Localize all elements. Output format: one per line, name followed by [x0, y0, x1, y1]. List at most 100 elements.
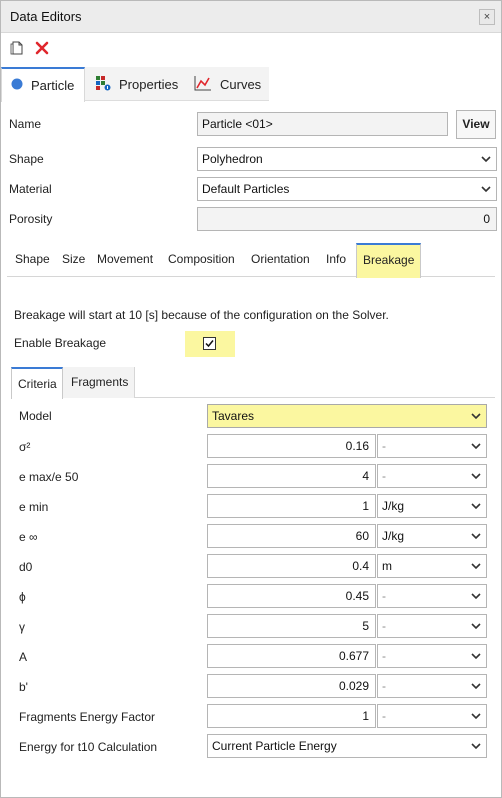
chevron-down-icon	[471, 563, 481, 570]
model-select[interactable]: Tavares	[207, 404, 487, 428]
name-label: Name	[9, 117, 42, 131]
param-label: Fragments Energy Factor	[19, 710, 156, 724]
close-window-button[interactable]: ×	[479, 9, 495, 25]
param-unit-select[interactable]: -	[377, 644, 487, 668]
energy-label: Energy for t10 Calculation	[19, 740, 158, 754]
tab-breakage[interactable]: Breakage	[356, 243, 422, 278]
param-unit-select[interactable]: -	[377, 704, 487, 728]
param-unit-select[interactable]: -	[377, 464, 487, 488]
window-title: Data Editors	[10, 9, 82, 24]
shape-value: Polyhedron	[202, 152, 263, 166]
param-value-field[interactable]: 60	[207, 524, 376, 548]
tab-movement[interactable]: Movement	[97, 252, 153, 266]
porosity-field[interactable]: 0	[197, 207, 497, 231]
param-value-field[interactable]: 5	[207, 614, 376, 638]
param-unit-select[interactable]: J/kg	[377, 494, 487, 518]
param-value-field[interactable]: 0.029	[207, 674, 376, 698]
tab-particle[interactable]: Particle	[1, 67, 85, 102]
shape-select[interactable]: Polyhedron	[197, 147, 497, 171]
param-value-field[interactable]: 0.677	[207, 644, 376, 668]
enable-breakage-checkbox[interactable]	[203, 337, 216, 350]
energy-select[interactable]: Current Particle Energy	[207, 734, 487, 758]
enable-breakage-highlight	[185, 331, 235, 357]
param-unit-select[interactable]: m	[377, 554, 487, 578]
chevron-down-icon	[471, 713, 481, 720]
material-select[interactable]: Default Particles	[197, 177, 497, 201]
chevron-down-icon	[481, 186, 491, 193]
shape-label: Shape	[9, 152, 44, 166]
param-label: A	[19, 650, 28, 664]
param-unit-select[interactable]: -	[377, 434, 487, 458]
param-unit-select[interactable]: -	[377, 584, 487, 608]
tab-orientation[interactable]: Orientation	[251, 252, 310, 266]
tab-criteria[interactable]: Criteria	[11, 367, 63, 399]
chevron-down-icon	[471, 413, 481, 420]
toolbar	[1, 33, 501, 63]
chevron-down-icon	[481, 156, 491, 163]
porosity-label: Porosity	[9, 212, 53, 226]
model-label: Model	[19, 409, 52, 423]
chevron-down-icon	[471, 683, 481, 690]
unit-value: -	[382, 619, 386, 633]
title-bar: Data Editors ×	[1, 1, 501, 33]
param-value-field[interactable]: 0.4	[207, 554, 376, 578]
tab-info[interactable]: Info	[326, 252, 346, 266]
unit-value: -	[382, 439, 386, 453]
param-value-field[interactable]: 1	[207, 494, 376, 518]
model-value: Tavares	[212, 409, 255, 423]
unit-value: J/kg	[382, 499, 405, 513]
name-field[interactable]: Particle <01>	[197, 112, 448, 136]
outer-tab-bar: Particle Properties Curves	[1, 67, 269, 102]
unit-value: -	[382, 649, 386, 663]
param-label: ϕ	[19, 590, 26, 604]
tab-properties[interactable]: Properties	[95, 67, 178, 101]
unit-value: m	[382, 559, 392, 573]
checkmark-icon	[205, 340, 214, 348]
unit-value: -	[382, 589, 386, 603]
param-value-field[interactable]: 1	[207, 704, 376, 728]
param-value-field[interactable]: 0.45	[207, 584, 376, 608]
chevron-down-icon	[471, 443, 481, 450]
chevron-down-icon	[471, 503, 481, 510]
param-unit-select[interactable]: -	[377, 614, 487, 638]
param-label: e ∞	[19, 530, 38, 544]
tab-composition[interactable]: Composition	[168, 252, 235, 266]
unit-value: -	[382, 679, 386, 693]
chevron-down-icon	[471, 593, 481, 600]
criteria-tab-bar: Criteria Fragments	[11, 367, 495, 399]
material-value: Default Particles	[202, 182, 290, 196]
param-label: b'	[19, 680, 28, 694]
param-value-field[interactable]: 4	[207, 464, 376, 488]
particle-sub-tabs: Shape Size Movement Composition Orientat…	[7, 243, 495, 278]
tab-curves[interactable]: Curves	[194, 67, 261, 101]
tab-label: Curves	[220, 76, 262, 92]
delete-x-icon[interactable]	[34, 40, 50, 56]
tab-size[interactable]: Size	[62, 252, 85, 266]
data-editors-window: Data Editors × Particle Properties Curve…	[0, 0, 502, 798]
param-value-field[interactable]: 0.16	[207, 434, 376, 458]
curves-icon	[194, 75, 212, 94]
properties-icon	[95, 75, 111, 94]
chevron-down-icon	[471, 533, 481, 540]
unit-value: J/kg	[382, 529, 405, 543]
tab-label: Properties	[119, 76, 179, 92]
unit-value: -	[382, 469, 386, 483]
param-unit-select[interactable]: -	[377, 674, 487, 698]
param-unit-select[interactable]: J/kg	[377, 524, 487, 548]
document-icon[interactable]	[9, 40, 25, 56]
unit-value: -	[382, 709, 386, 723]
energy-value: Current Particle Energy	[212, 739, 337, 753]
chevron-down-icon	[471, 623, 481, 630]
param-label: e max/e 50	[19, 470, 79, 484]
chevron-down-icon	[471, 473, 481, 480]
tab-shape[interactable]: Shape	[15, 252, 50, 266]
tab-label: Particle	[31, 78, 75, 93]
param-label: σ²	[19, 440, 31, 454]
tab-fragments[interactable]: Fragments	[63, 367, 135, 398]
view-button[interactable]: View	[456, 110, 496, 139]
enable-breakage-label: Enable Breakage	[14, 336, 107, 350]
param-label: e min	[19, 500, 49, 514]
material-label: Material	[9, 182, 52, 196]
chevron-down-icon	[471, 653, 481, 660]
circle-icon	[11, 78, 23, 93]
